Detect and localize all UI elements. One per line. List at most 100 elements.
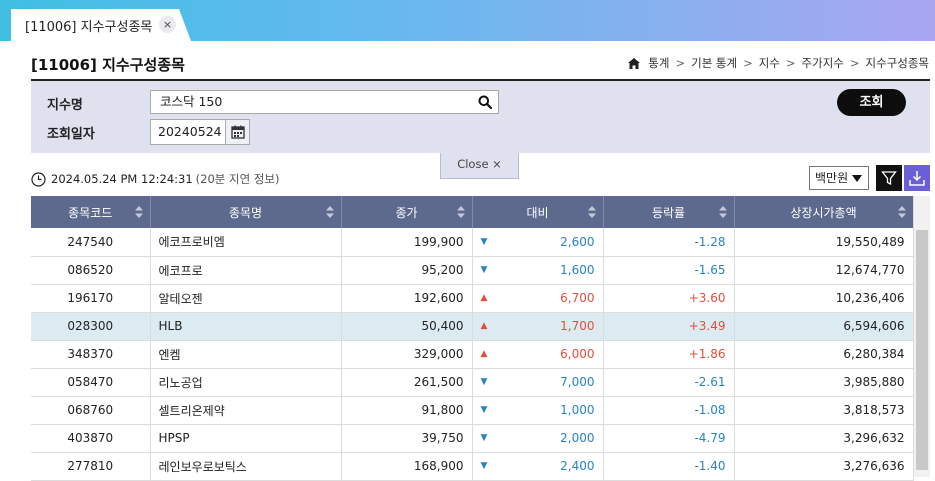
cell-name: 셀트리온제약 bbox=[150, 396, 342, 425]
down-arrow-icon: ▼ bbox=[480, 265, 488, 275]
table-row[interactable]: 247540 에코프로비엠 199,900 ▼ 2,600 -1.28 19,55… bbox=[31, 228, 914, 257]
cell-close: 261,500 bbox=[341, 368, 473, 397]
scrollbar-thumb[interactable] bbox=[916, 230, 928, 470]
cell-rate: -1.65 bbox=[603, 256, 735, 285]
cell-change: ▼ 2,400 bbox=[472, 452, 604, 481]
breadcrumb-item[interactable]: 통계 bbox=[648, 55, 669, 71]
cell-close: 329,000 bbox=[341, 340, 473, 369]
cell-close: 168,900 bbox=[341, 452, 473, 481]
sort-icon[interactable] bbox=[897, 206, 906, 218]
sort-icon[interactable] bbox=[587, 206, 596, 218]
cell-name: 리노공업 bbox=[150, 368, 342, 397]
sort-icon[interactable] bbox=[718, 206, 727, 218]
table-row[interactable]: 196170 알테오젠 192,600 ▲ 6,700 +3.60 10,236,… bbox=[31, 284, 914, 313]
chevron-right-icon: > bbox=[785, 56, 796, 70]
cell-code: 028300 bbox=[31, 312, 151, 341]
breadcrumb-item[interactable]: 기본 통계 bbox=[691, 55, 737, 71]
cell-rate: -1.08 bbox=[603, 396, 735, 425]
search-icon[interactable] bbox=[478, 95, 492, 109]
query-date-input[interactable]: 20240524 bbox=[150, 119, 226, 145]
down-arrow-icon: ▼ bbox=[480, 405, 488, 415]
delay-note: (20분 지연 정보) bbox=[195, 172, 280, 186]
column-header-rate[interactable]: 등락률 bbox=[603, 196, 735, 228]
vertical-scrollbar[interactable] bbox=[913, 196, 930, 477]
cell-code: 277810 bbox=[31, 452, 151, 481]
column-header-label: 종목코드 bbox=[68, 205, 113, 220]
cell-code: 196170 bbox=[31, 284, 151, 313]
query-button[interactable]: 조회 bbox=[837, 89, 906, 116]
cell-change: ▼ 7,000 bbox=[472, 368, 604, 397]
download-button[interactable] bbox=[904, 165, 930, 191]
tab-label: [11006] 지수구성종목 bbox=[25, 19, 153, 35]
tab-close-icon[interactable]: × bbox=[159, 16, 176, 33]
index-name-value: 코스닥 150 bbox=[160, 94, 223, 109]
cell-close: 95,200 bbox=[341, 256, 473, 285]
index-name-label: 지수명 bbox=[47, 98, 83, 113]
cell-change: ▲ 6,700 bbox=[472, 284, 604, 313]
sort-icon[interactable] bbox=[325, 206, 334, 218]
cell-market-cap: 10,236,406 bbox=[734, 284, 914, 313]
cell-change: ▼ 2,000 bbox=[472, 424, 604, 453]
change-value: 1,000 bbox=[560, 403, 595, 417]
table-row[interactable]: 348370 엔켐 329,000 ▲ 6,000 +1.86 6,280,384 bbox=[31, 340, 914, 369]
filter-button[interactable] bbox=[876, 165, 902, 191]
column-header-market-cap[interactable]: 상장시가총액 bbox=[734, 196, 914, 228]
calendar-button[interactable] bbox=[225, 119, 250, 145]
column-header-change[interactable]: 대비 bbox=[472, 196, 604, 228]
cell-name: HLB bbox=[150, 312, 342, 341]
cell-name: 엔켐 bbox=[150, 340, 342, 369]
column-header-label: 대비 bbox=[526, 205, 549, 220]
change-value: 7,000 bbox=[560, 375, 595, 389]
top-tab-bar: [11006] 지수구성종목 × bbox=[0, 0, 935, 41]
home-icon[interactable] bbox=[628, 57, 641, 69]
sort-icon[interactable] bbox=[134, 206, 143, 218]
cell-code: 068760 bbox=[31, 396, 151, 425]
breadcrumb-item[interactable]: 지수 bbox=[759, 55, 780, 71]
cell-name: 알테오젠 bbox=[150, 284, 342, 313]
table-row[interactable]: 068760 셀트리온제약 91,800 ▼ 1,000 -1.08 3,818,… bbox=[31, 396, 914, 425]
index-name-input[interactable]: 코스닥 150 bbox=[150, 90, 499, 114]
query-date-label: 조회일자 bbox=[47, 127, 95, 142]
cell-rate: +1.86 bbox=[603, 340, 735, 369]
cell-close: 91,800 bbox=[341, 396, 473, 425]
column-header-close[interactable]: 종가 bbox=[341, 196, 473, 228]
unit-select[interactable]: 백만원 bbox=[809, 166, 869, 190]
cell-market-cap: 3,276,636 bbox=[734, 452, 914, 481]
calendar-icon bbox=[230, 125, 245, 139]
cell-close: 50,400 bbox=[341, 312, 473, 341]
column-header-label: 종목명 bbox=[228, 205, 263, 220]
cell-change: ▼ 1,000 bbox=[472, 396, 604, 425]
cell-code: 086520 bbox=[31, 256, 151, 285]
cell-name: HPSP bbox=[150, 424, 342, 453]
column-header-code[interactable]: 종목코드 bbox=[31, 196, 151, 228]
cell-rate: -4.79 bbox=[603, 424, 735, 453]
sort-icon[interactable] bbox=[456, 206, 465, 218]
cell-market-cap: 12,674,770 bbox=[734, 256, 914, 285]
cell-rate: -1.40 bbox=[603, 452, 735, 481]
cell-market-cap: 3,296,632 bbox=[734, 424, 914, 453]
change-value: 6,000 bbox=[560, 347, 595, 361]
cell-market-cap: 19,550,489 bbox=[734, 228, 914, 257]
cell-name: 에코프로비엠 bbox=[150, 228, 342, 257]
table-row[interactable]: 403870 HPSP 39,750 ▼ 2,000 -4.79 3,296,63… bbox=[31, 424, 914, 453]
constituents-table: 종목코드 종목명 종가 대비 등락률 상장시가총액 247540 에코프로비엠 … bbox=[31, 196, 914, 481]
table-row[interactable]: 058470 리노공업 261,500 ▼ 7,000 -2.61 3,985,8… bbox=[31, 368, 914, 397]
down-arrow-icon: ▼ bbox=[480, 236, 488, 247]
tab-index-constituents[interactable]: [11006] 지수구성종목 × bbox=[11, 9, 191, 41]
table-row[interactable]: 277810 레인보우로보틱스 168,900 ▼ 2,400 -1.40 3,2… bbox=[31, 452, 914, 481]
change-value: 2,400 bbox=[560, 459, 595, 473]
cell-rate: +3.49 bbox=[603, 312, 735, 341]
cell-market-cap: 3,818,573 bbox=[734, 396, 914, 425]
up-arrow-icon: ▲ bbox=[480, 321, 488, 331]
column-header-name[interactable]: 종목명 bbox=[150, 196, 342, 228]
close-panel-button[interactable]: Close × bbox=[440, 153, 519, 179]
column-header-label: 등락률 bbox=[651, 205, 686, 220]
timestamp-time: 2024.05.24 PM 12:24:31 bbox=[51, 172, 193, 186]
breadcrumb-item[interactable]: 지수구성종목 bbox=[866, 55, 929, 71]
change-value: 1,700 bbox=[560, 319, 595, 333]
cell-rate: -1.28 bbox=[603, 228, 735, 257]
cell-code: 058470 bbox=[31, 368, 151, 397]
table-row[interactable]: 086520 에코프로 95,200 ▼ 1,600 -1.65 12,674,7… bbox=[31, 256, 914, 285]
breadcrumb-item[interactable]: 주가지수 bbox=[802, 55, 844, 71]
table-row-selected[interactable]: 028300 HLB 50,400 ▲ 1,700 +3.49 6,594,606 bbox=[31, 312, 914, 341]
